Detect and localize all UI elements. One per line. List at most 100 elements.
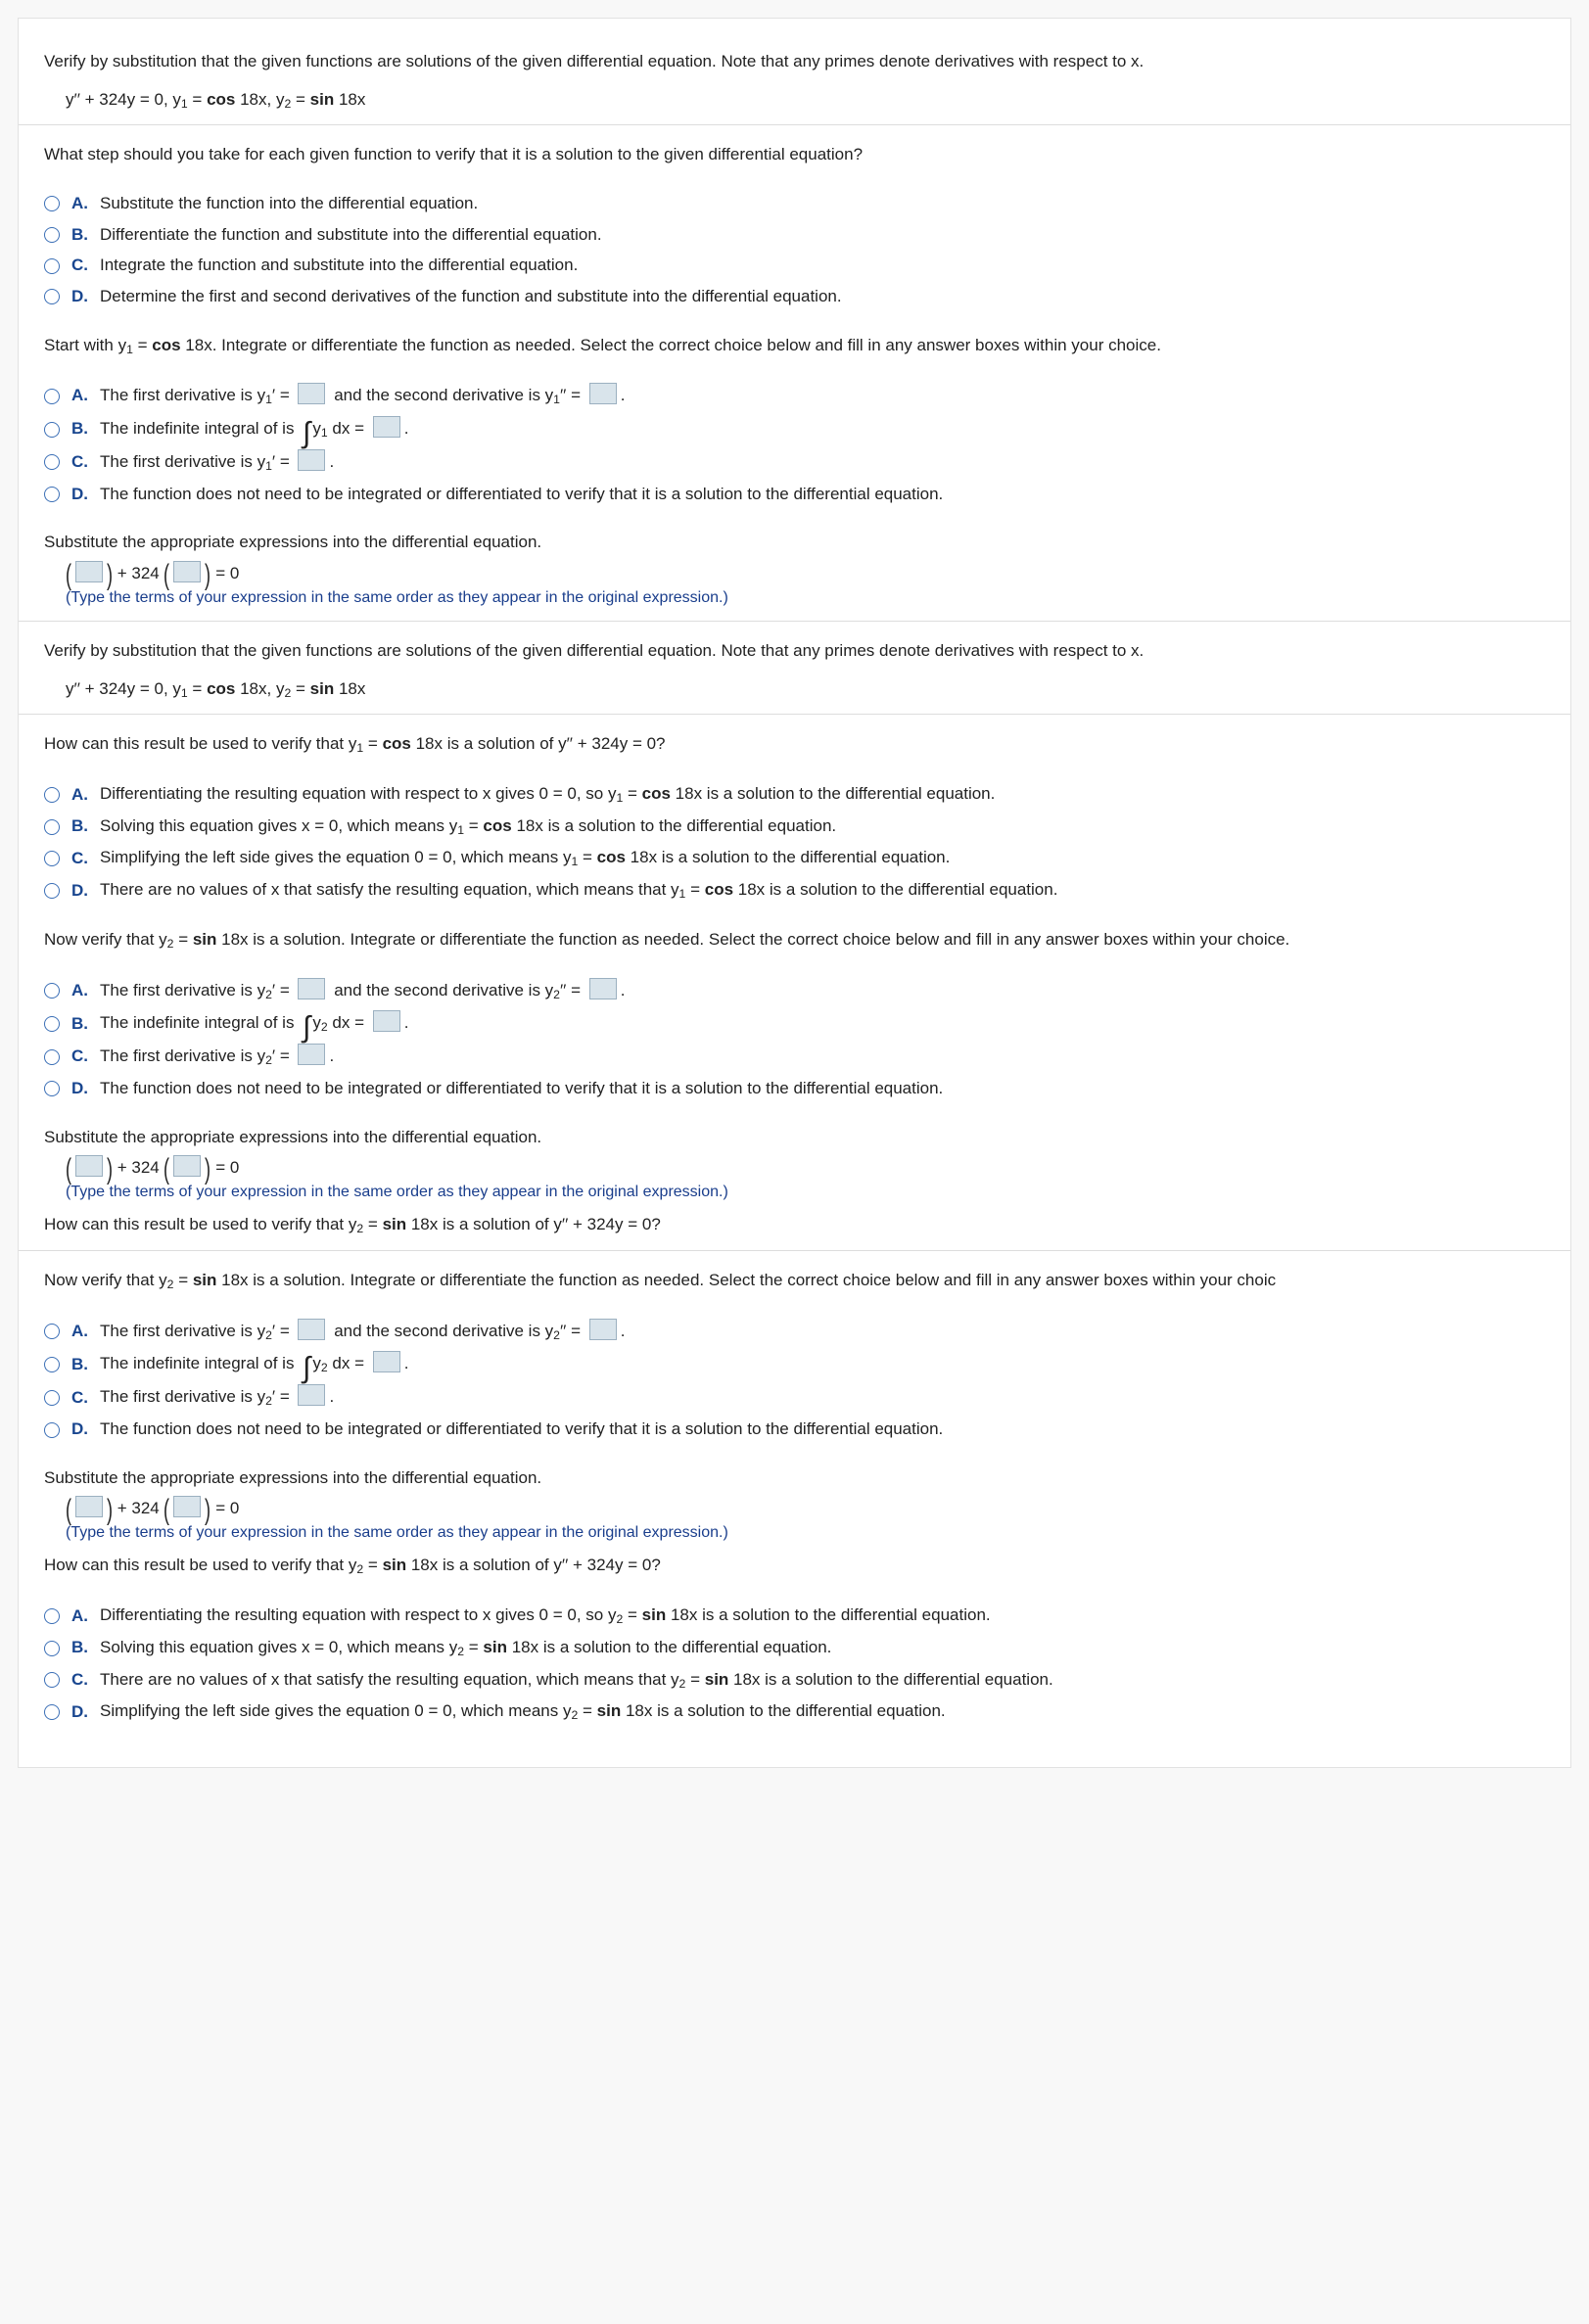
radio-d3-d[interactable] bbox=[44, 1422, 60, 1438]
now-y2: Now verify that y2 = sin 18x is a soluti… bbox=[44, 930, 1289, 949]
opt-label: C. bbox=[71, 1668, 88, 1693]
answer-input[interactable] bbox=[298, 449, 325, 471]
verify-q-y2-2: How can this result be used to verify th… bbox=[44, 1556, 661, 1574]
radio-d1-d[interactable] bbox=[44, 487, 60, 502]
opt-label: B. bbox=[71, 814, 88, 839]
radio-d2-b[interactable] bbox=[44, 1016, 60, 1032]
radio-d3-b[interactable] bbox=[44, 1357, 60, 1372]
opt-label: C. bbox=[71, 254, 88, 278]
radio-d2-c[interactable] bbox=[44, 1049, 60, 1065]
opt-label: A. bbox=[71, 192, 88, 216]
opt-text: Simplifying the left side gives the equa… bbox=[100, 846, 950, 871]
opt-label: D. bbox=[71, 285, 88, 309]
radio-v2-c[interactable] bbox=[44, 1672, 60, 1688]
sub-equation-3: () + 324 () = 0 bbox=[66, 1496, 1545, 1521]
sub-hint-3: (Type the terms of your expression in th… bbox=[66, 1521, 1545, 1544]
opt-text: The function does not need to be integra… bbox=[100, 1418, 943, 1442]
opt-text: The first derivative is y2′ = and the se… bbox=[100, 978, 625, 1004]
opt-label: A. bbox=[71, 1604, 88, 1629]
radio-q1-d[interactable] bbox=[44, 289, 60, 304]
sub-equation-2: () + 324 () = 0 bbox=[66, 1155, 1545, 1181]
opt-text: Solving this equation gives x = 0, which… bbox=[100, 814, 836, 840]
radio-d3-c[interactable] bbox=[44, 1390, 60, 1406]
start-y1: Start with y1 = cos 18x. Integrate or di… bbox=[44, 336, 1161, 354]
opt-label: D. bbox=[71, 1700, 88, 1725]
opt-text: There are no values of x that satisfy th… bbox=[100, 878, 1057, 904]
answer-input[interactable] bbox=[298, 1384, 325, 1406]
opt-label: A. bbox=[71, 783, 88, 808]
opt-label: D. bbox=[71, 1418, 88, 1442]
answer-input[interactable] bbox=[589, 383, 617, 404]
opt-label: B. bbox=[71, 1353, 88, 1377]
radio-q1-b[interactable] bbox=[44, 227, 60, 243]
radio-v2-a[interactable] bbox=[44, 1608, 60, 1624]
radio-v2-b[interactable] bbox=[44, 1641, 60, 1656]
verify-q-y2: How can this result be used to verify th… bbox=[44, 1215, 661, 1233]
answer-input[interactable] bbox=[373, 1010, 400, 1032]
answer-input[interactable] bbox=[173, 1155, 201, 1177]
opt-label: B. bbox=[71, 223, 88, 248]
answer-input[interactable] bbox=[373, 1351, 400, 1372]
intro-text: Verify by substitution that the given fu… bbox=[44, 50, 1545, 74]
opt-text: The first derivative is y2′ = and the se… bbox=[100, 1319, 625, 1345]
opt-text: Simplifying the left side gives the equa… bbox=[100, 1699, 946, 1725]
answer-input[interactable] bbox=[298, 1044, 325, 1065]
opt-label: A. bbox=[71, 384, 88, 408]
question-1: What step should you take for each given… bbox=[44, 143, 1545, 167]
answer-input[interactable] bbox=[173, 1496, 201, 1517]
opt-text: The indefinite integral of is ∫y2 dx = . bbox=[100, 1010, 409, 1037]
opt-text: Substitute the function into the differe… bbox=[100, 192, 478, 216]
radio-q1-a[interactable] bbox=[44, 196, 60, 211]
opt-text: Differentiating the resulting equation w… bbox=[100, 1604, 991, 1629]
opt-text: Differentiate the function and substitut… bbox=[100, 223, 602, 248]
answer-input[interactable] bbox=[75, 561, 103, 582]
radio-v1-b[interactable] bbox=[44, 819, 60, 835]
opt-text: The function does not need to be integra… bbox=[100, 1077, 943, 1101]
answer-input[interactable] bbox=[589, 1319, 617, 1340]
answer-input[interactable] bbox=[298, 383, 325, 404]
opt-text: The indefinite integral of is ∫y2 dx = . bbox=[100, 1351, 409, 1377]
intro-text-2: Verify by substitution that the given fu… bbox=[44, 639, 1545, 664]
sub-hint: (Type the terms of your expression in th… bbox=[66, 586, 1545, 609]
opt-text: The first derivative is y1′ = . bbox=[100, 449, 334, 476]
sub-prompt: Substitute the appropriate expressions i… bbox=[44, 531, 1545, 555]
answer-input[interactable] bbox=[298, 978, 325, 999]
opt-label: C. bbox=[71, 1045, 88, 1069]
equation-2: y′′ + 324y = 0, y1 = cos 18x, y2 = sin 1… bbox=[66, 677, 1545, 703]
sub-hint-2: (Type the terms of your expression in th… bbox=[66, 1181, 1545, 1203]
radio-d1-c[interactable] bbox=[44, 454, 60, 470]
radio-d2-d[interactable] bbox=[44, 1081, 60, 1096]
radio-q1-c[interactable] bbox=[44, 258, 60, 274]
answer-input[interactable] bbox=[373, 416, 400, 438]
answer-input[interactable] bbox=[298, 1319, 325, 1340]
opt-text: The function does not need to be integra… bbox=[100, 483, 943, 507]
radio-v1-d[interactable] bbox=[44, 883, 60, 899]
opt-label: C. bbox=[71, 450, 88, 475]
verify-q-y1: How can this result be used to verify th… bbox=[44, 734, 666, 753]
opt-text: Integrate the function and substitute in… bbox=[100, 254, 578, 278]
radio-d1-a[interactable] bbox=[44, 389, 60, 404]
sub-equation: () + 324 () = 0 bbox=[66, 561, 1545, 586]
opt-text: The first derivative is y2′ = . bbox=[100, 1044, 334, 1070]
opt-label: A. bbox=[71, 979, 88, 1003]
opt-label: B. bbox=[71, 1012, 88, 1037]
radio-v1-a[interactable] bbox=[44, 787, 60, 803]
opt-label: B. bbox=[71, 417, 88, 442]
equation: y′′ + 324y = 0, y1 = cos 18x, y2 = sin 1… bbox=[66, 88, 1545, 114]
opt-text: Solving this equation gives x = 0, which… bbox=[100, 1636, 831, 1661]
opt-label: D. bbox=[71, 483, 88, 507]
now-y2-repeat: Now verify that y2 = sin 18x is a soluti… bbox=[44, 1271, 1276, 1289]
answer-input[interactable] bbox=[589, 978, 617, 999]
radio-d3-a[interactable] bbox=[44, 1324, 60, 1339]
radio-d1-b[interactable] bbox=[44, 422, 60, 438]
radio-v2-d[interactable] bbox=[44, 1704, 60, 1720]
opt-label: D. bbox=[71, 1077, 88, 1101]
opt-label: C. bbox=[71, 847, 88, 871]
answer-input[interactable] bbox=[75, 1155, 103, 1177]
radio-d2-a[interactable] bbox=[44, 983, 60, 999]
opt-text: The first derivative is y2′ = . bbox=[100, 1384, 334, 1411]
opt-text: The indefinite integral of is ∫y1 dx = . bbox=[100, 416, 409, 442]
answer-input[interactable] bbox=[173, 561, 201, 582]
radio-v1-c[interactable] bbox=[44, 851, 60, 866]
answer-input[interactable] bbox=[75, 1496, 103, 1517]
